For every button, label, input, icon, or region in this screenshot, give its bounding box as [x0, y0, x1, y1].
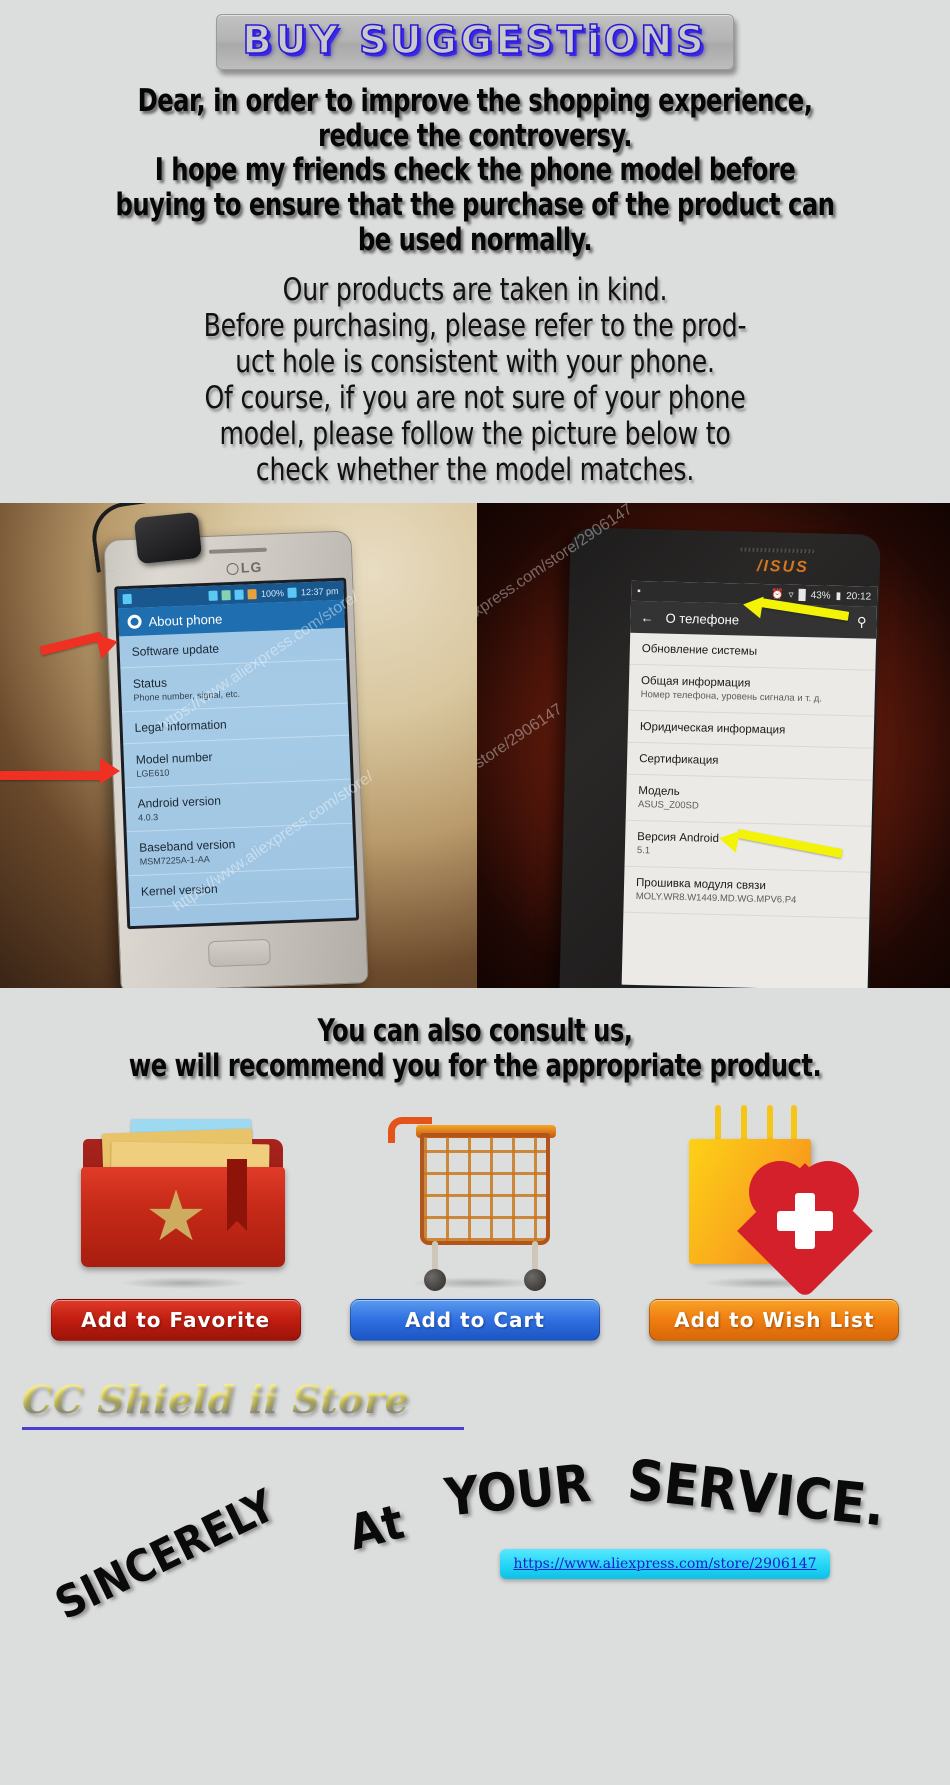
status-clock: 20:12 [846, 590, 872, 603]
intro-light-line: Of course, if you are not sure of your p… [204, 380, 746, 417]
asus-phone-screen: ▪ ⏰ ▿ █ 43% ▮ 20:12 ← О телефоне ⚲ Обнов… [621, 580, 878, 989]
intro-light-line: uct hole is consistent with your phone. [235, 344, 715, 381]
page-title: BUY SUGGESTiONS [242, 18, 708, 62]
asus-phone-body: /ISUS ▪ ⏰ ▿ █ 43% ▮ 20:12 ← О телефоне ⚲ [559, 527, 881, 989]
footer: CC Shield ii Store SINCERELY At YOUR SER… [0, 1376, 950, 1630]
intro-light-line: Before purchasing, please refer to the p… [203, 308, 747, 345]
battery-icon: ▮ [835, 590, 842, 602]
intro-bold-line: I hope my friends check the phone model … [154, 152, 796, 189]
consult-line: You can also consult us, [317, 1013, 633, 1050]
bag-handle [715, 1104, 722, 1141]
sd-card-icon [247, 588, 258, 600]
intro-bold-paragraph: Dear, in order to improve the shopping e… [62, 70, 889, 258]
battery-percent-label: 43% [810, 589, 831, 602]
lg-logo-ring-icon [226, 562, 240, 576]
list-item-subtitle: ASUS_Z00SD [637, 799, 699, 812]
alarm-icon: ⏰ [770, 588, 784, 601]
signal-icon: █ [798, 589, 806, 601]
gear-icon [127, 614, 142, 630]
asus-settings-list: Обновление системы Общая информация Номе… [623, 632, 877, 919]
list-item-title: Сертификация [639, 753, 719, 768]
intro-light-line: Our products are taken in kind. [282, 272, 668, 309]
consult-paragraph: You can also consult us, we will recomme… [62, 988, 889, 1083]
gift-bag-heart-icon [641, 1104, 891, 1299]
intro-light-line: check whether the model matches. [255, 452, 695, 489]
store-name: CC Shield ii Store [22, 1376, 410, 1422]
list-item-subtitle: Номер телефона, уровень сигнала и т. д. [640, 689, 823, 705]
list-item: Модель ASUS_Z00SD [625, 774, 873, 827]
lg-settings-list: Software update Status Phone number, sig… [119, 627, 356, 909]
consult-line: we will recommend you for the appropriat… [128, 1047, 822, 1084]
watermark-text: https://www.aliexpress.com/store/2906147 [477, 700, 566, 883]
lg-screen-title: About phone [148, 611, 223, 629]
asus-phone-photo: /ISUS ▪ ⏰ ▿ █ 43% ▮ 20:12 ← О телефоне ⚲ [477, 503, 950, 989]
list-item-subtitle: MOLY.WR8.W1449.MD.WG.MPV6.P4 [635, 890, 797, 906]
lg-phone-photo: LG 100% 12:37 pm About phone Software up… [0, 503, 477, 989]
battery-percent-label: 100% [260, 587, 285, 599]
store-url-link[interactable]: https://www.aliexpress.com/store/2906147 [513, 1556, 816, 1572]
lg-phone-screen: 100% 12:37 pm About phone Software updat… [114, 577, 360, 930]
phone-holder-clip [133, 511, 203, 565]
tagline-word: SERVICE. [624, 1447, 888, 1540]
list-item-title: Юридическая информация [639, 721, 786, 737]
action-buttons-row: Add to Favorite Add to Cart Add to Wish … [0, 1289, 950, 1341]
bag-handle [741, 1104, 748, 1141]
intro-light-line: model, please follow the picture below t… [219, 416, 731, 453]
volume-icon [234, 589, 245, 600]
lg-brand-logo: LG [209, 558, 280, 577]
wifi-icon: ▿ [788, 589, 794, 601]
cart-basket [419, 1132, 550, 1245]
header-banner-wrap: BUY SUGGESTiONS [0, 0, 950, 70]
bag-handle [767, 1104, 774, 1141]
list-item-title: Kernel version [140, 882, 218, 899]
action-icons-row: ★ [0, 1084, 950, 1299]
status-clock: 12:37 pm [300, 585, 339, 598]
store-url-box[interactable]: https://www.aliexpress.com/store/2906147 [500, 1548, 830, 1579]
lg-phone-body: LG 100% 12:37 pm About phone Software up… [103, 530, 369, 989]
intro-bold-line: reduce the controversy. [318, 117, 632, 154]
tagline-word: YOUR [442, 1453, 594, 1529]
earpiece-speaker [208, 547, 267, 555]
back-arrow-icon[interactable]: ← [640, 610, 653, 625]
asus-brand-logo: /ISUS [756, 558, 809, 577]
plus-horizontal-bar [777, 1210, 834, 1231]
heart-shape [737, 1155, 874, 1299]
lg-logo-text: LG [240, 559, 263, 576]
message-icon: ▪ [637, 585, 641, 597]
bluetooth-icon [208, 590, 219, 601]
folder-star-icon: ★ [59, 1109, 309, 1289]
list-item-title: Legal information [134, 717, 227, 736]
list-item: Общая информация Номер телефона, уровень… [628, 664, 876, 717]
cart-wheel [423, 1268, 446, 1291]
tagline-word: SINCERELY [47, 1479, 284, 1630]
nfc-icon [221, 589, 232, 601]
shopping-cart-icon [350, 1109, 600, 1291]
list-item-title: Software update [131, 641, 220, 660]
intro-bold-line: Dear, in order to improve the shopping e… [137, 82, 813, 119]
intro-bold-line: buying to ensure that the purchase of th… [115, 187, 835, 224]
bookmark-ribbon [226, 1158, 247, 1231]
intro-light-paragraph: Our products are taken in kind. Before p… [48, 257, 903, 489]
header-banner: BUY SUGGESTiONS [215, 14, 735, 70]
bag-handle [791, 1104, 798, 1141]
add-to-wish-list-button[interactable]: Add to Wish List [649, 1298, 900, 1341]
phone-photos-strip: LG 100% 12:37 pm About phone Software up… [0, 503, 950, 989]
list-item-title: Обновление системы [641, 643, 758, 659]
add-to-favorite-button[interactable]: Add to Favorite [50, 1298, 301, 1341]
add-to-cart-button[interactable]: Add to Cart [349, 1298, 600, 1341]
cart-wheel [523, 1268, 546, 1291]
intro-bold-line: be used normally. [357, 221, 593, 258]
asus-screen-title: О телефоне [665, 610, 740, 628]
list-item: Прошивка модуля связи MOLY.WR8.W1449.MD.… [623, 866, 871, 919]
search-icon[interactable]: ⚲ [857, 615, 867, 631]
battery-icon [287, 587, 298, 598]
earpiece-speaker [740, 547, 815, 554]
icon-shadow [118, 1276, 249, 1289]
store-name-underline [22, 1426, 464, 1430]
notification-icon [122, 593, 132, 604]
tagline-word: At [343, 1493, 410, 1562]
home-button [207, 939, 271, 968]
